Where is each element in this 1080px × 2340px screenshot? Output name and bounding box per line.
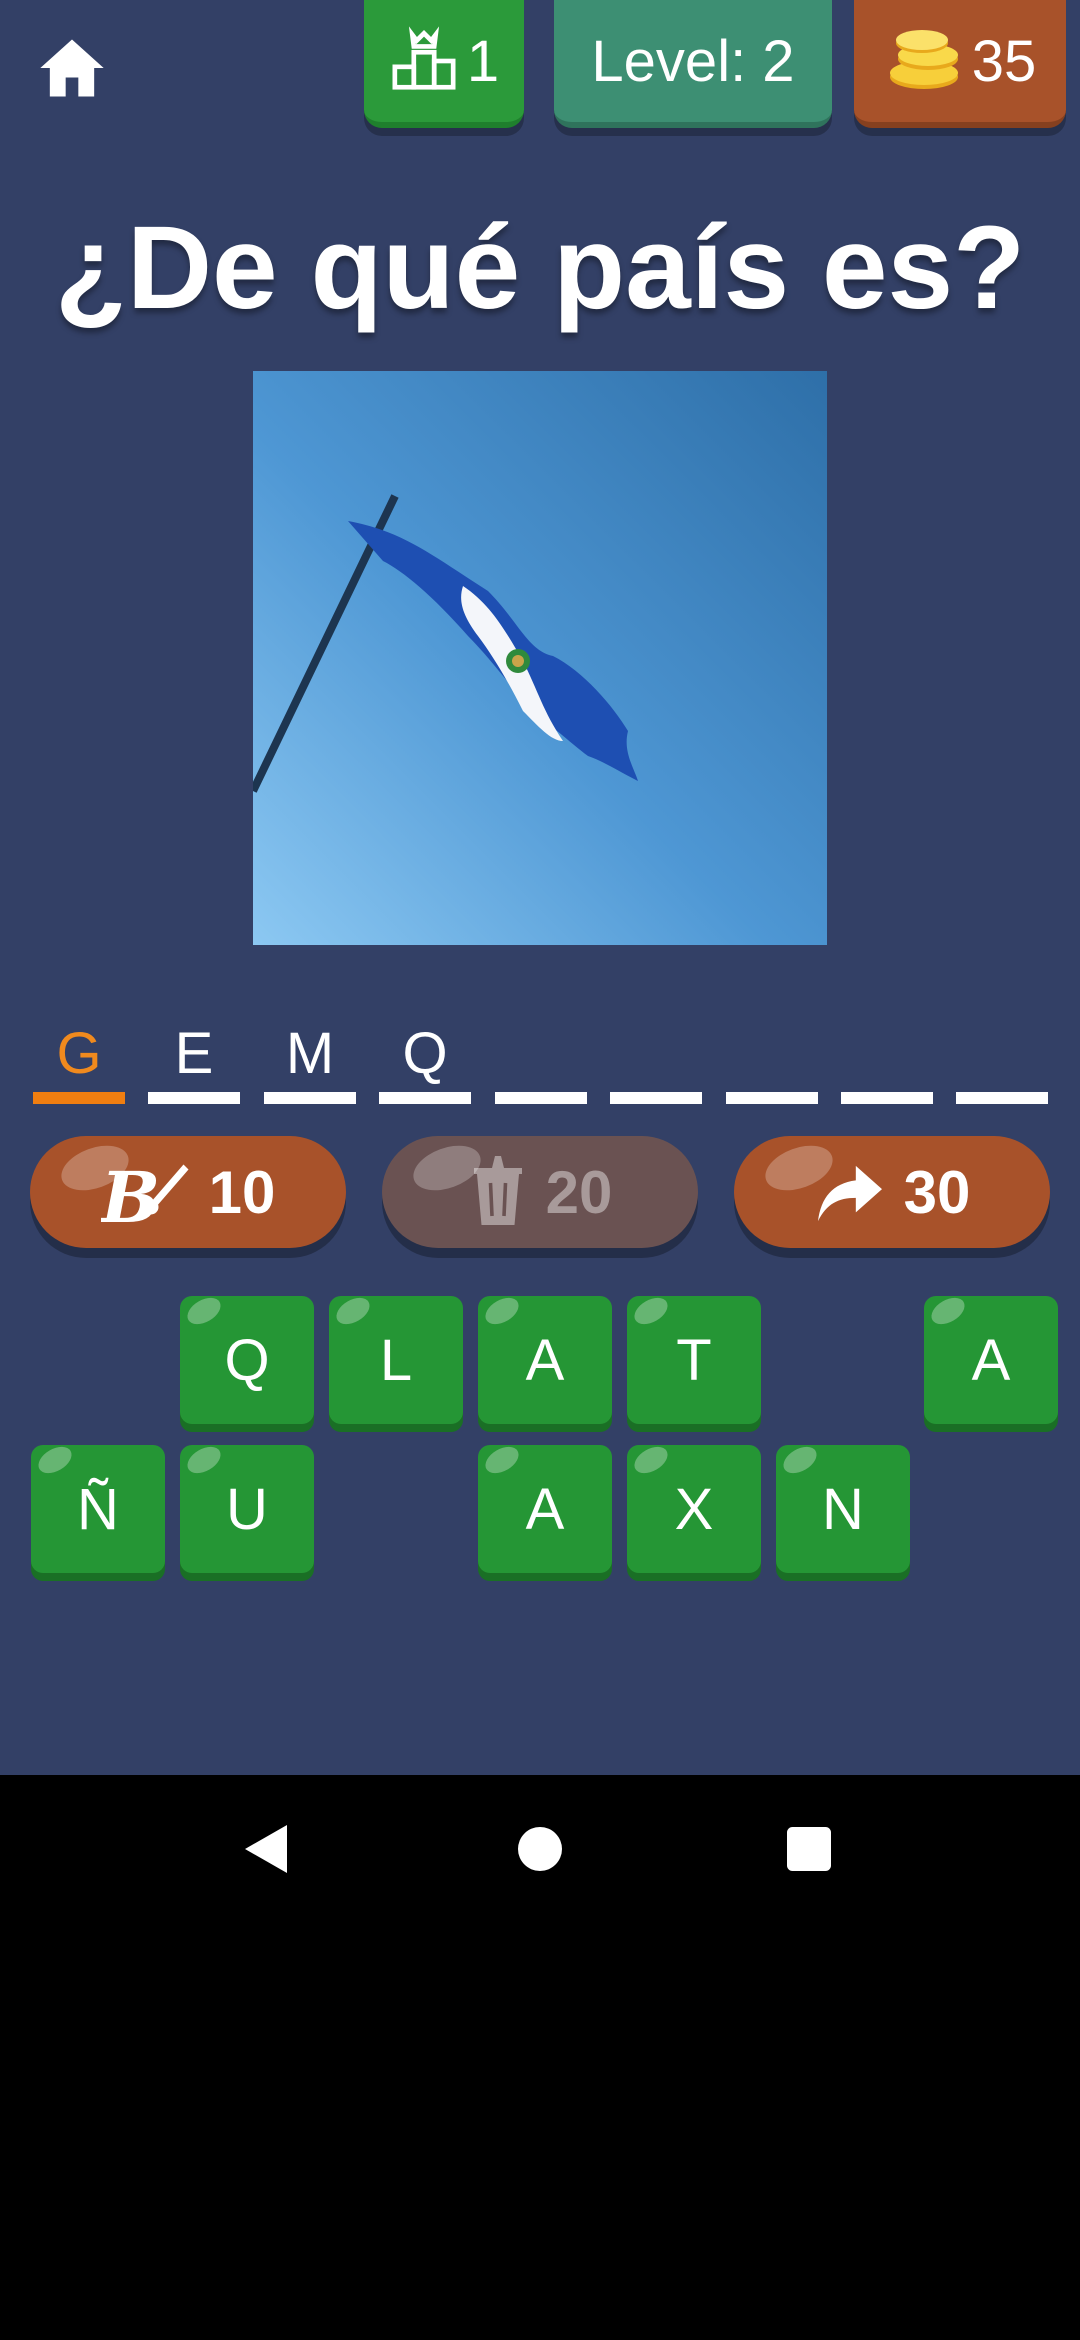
reveal-letter-cost: 10	[208, 1158, 276, 1226]
reveal-letter-button[interactable]: B 10	[30, 1136, 346, 1248]
answer-slot[interactable]: G	[33, 1010, 125, 1104]
remove-letters-cost: 20	[545, 1158, 613, 1226]
letter-key[interactable]: X	[627, 1441, 761, 1573]
letter-key[interactable]: Q	[180, 1292, 314, 1424]
answer-slot-underline	[495, 1092, 587, 1104]
answer-slot[interactable]: M	[264, 1010, 356, 1104]
system-nav-bar	[0, 1775, 1080, 1920]
answer-slot[interactable]	[495, 1010, 587, 1104]
skip-level-cost: 30	[903, 1158, 971, 1226]
home-circle-icon[interactable]	[518, 1827, 562, 1871]
answer-slot[interactable]: Q	[379, 1010, 471, 1104]
answer-slot-underline	[264, 1092, 356, 1104]
podium-icon	[392, 26, 456, 90]
answer-slot-underline	[726, 1092, 818, 1104]
answer-slot[interactable]	[610, 1010, 702, 1104]
coins-icon	[889, 30, 958, 89]
answer-slot-underline	[33, 1092, 125, 1104]
answer-slot-underline	[148, 1092, 240, 1104]
home-button[interactable]	[34, 30, 110, 106]
letter-key[interactable]: T	[627, 1292, 761, 1424]
letter-key-label: T	[676, 1327, 712, 1393]
letter-key[interactable]: N	[776, 1441, 910, 1573]
coins-button[interactable]: 35	[854, 0, 1066, 128]
answer-slot-underline	[610, 1092, 702, 1104]
letter-key-label: L	[379, 1327, 413, 1393]
letter-key[interactable]: L	[329, 1292, 463, 1424]
answer-slot[interactable]	[956, 1010, 1048, 1104]
game-screen: 1 Level: 2 35 ¿De qué país es? G E M Q B…	[0, 0, 1080, 1775]
answer-slot-letter: M	[285, 1021, 335, 1086]
letter-key-label: X	[674, 1476, 714, 1542]
letter-key-label: A	[525, 1476, 565, 1542]
answer-slot-underline	[841, 1092, 933, 1104]
answer-slot-underline	[956, 1092, 1048, 1104]
letter-key-label: A	[525, 1327, 565, 1393]
flag-photo	[253, 371, 827, 945]
letter-key-label: Q	[224, 1327, 270, 1393]
letter-key[interactable]: A	[478, 1292, 612, 1424]
letter-key[interactable]: U	[180, 1441, 314, 1573]
letter-key[interactable]: Ñ	[31, 1441, 165, 1573]
home-icon	[40, 39, 104, 97]
answer-slot[interactable]	[726, 1010, 818, 1104]
skip-level-button[interactable]: 30	[734, 1136, 1050, 1248]
level-text: Level: 2	[591, 28, 795, 94]
remove-letters-button[interactable]: 20	[382, 1136, 698, 1248]
letter-key-label: A	[971, 1327, 1011, 1393]
answer-slot-letter: Q	[402, 1021, 448, 1086]
coins-value: 35	[971, 28, 1037, 94]
letter-key[interactable]: A	[924, 1292, 1058, 1424]
level-indicator: Level: 2	[554, 0, 832, 128]
letter-key-label: N	[822, 1476, 864, 1542]
letter-key[interactable]: A	[478, 1441, 612, 1573]
answer-slot-underline	[379, 1092, 471, 1104]
answer-slot-letter: G	[56, 1021, 102, 1086]
letter-key-label: U	[226, 1476, 268, 1542]
recents-icon[interactable]	[787, 1827, 831, 1871]
back-icon[interactable]	[243, 1823, 291, 1875]
question-title: ¿De qué país es?	[54, 202, 1026, 334]
answer-slots: G E M Q	[33, 1010, 1053, 1110]
answer-slot[interactable]: E	[148, 1010, 240, 1104]
answer-slot[interactable]	[841, 1010, 933, 1104]
rank-value: 1	[466, 28, 500, 94]
leaderboard-button[interactable]: 1	[364, 0, 524, 128]
answer-slot-letter: E	[174, 1021, 214, 1086]
letter-key-label: Ñ	[77, 1476, 119, 1542]
